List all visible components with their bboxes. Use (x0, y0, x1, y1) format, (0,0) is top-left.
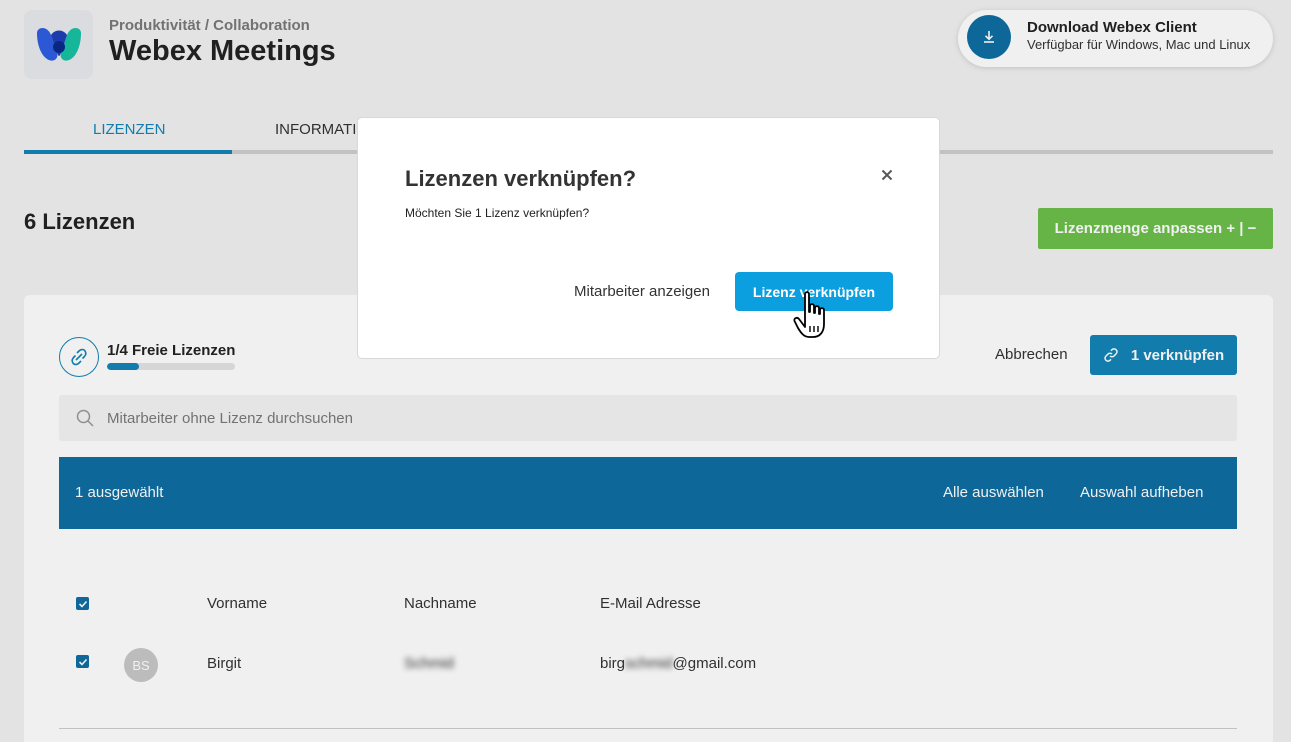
confirm-dialog: Lizenzen verknüpfen? Möchten Sie 1 Lizen… (357, 117, 940, 359)
close-icon[interactable] (878, 166, 896, 184)
show-employees-button[interactable]: Mitarbeiter anzeigen (574, 283, 710, 300)
modal-backdrop[interactable] (0, 0, 1291, 742)
hand-cursor-icon (793, 291, 825, 338)
dialog-title: Lizenzen verknüpfen? (405, 166, 637, 191)
dialog-message: Möchten Sie 1 Lizenz verknüpfen? (405, 206, 590, 220)
